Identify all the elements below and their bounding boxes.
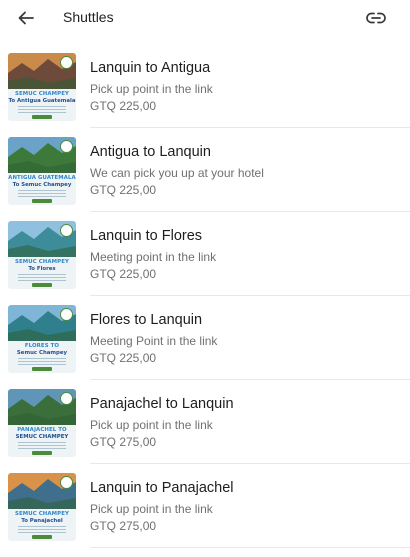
thumbnail-line-2: To Semuc Champey <box>12 182 72 188</box>
shuttle-thumbnail: SEMUC CHAMPEY To Antigua Guatemala <box>8 53 76 121</box>
shuttle-list-item[interactable]: SEMUC CHAMPEY To Antigua Guatemala Lanqu… <box>0 44 410 128</box>
logo-badge-icon <box>60 476 73 489</box>
shuttle-pickup-note: Meeting Point in the link <box>90 334 218 348</box>
thumbnail-line-2: Semuc Champey <box>16 350 68 356</box>
shuttle-list: SEMUC CHAMPEY To Antigua Guatemala Lanqu… <box>0 44 410 548</box>
shuttle-price: GTQ 225,00 <box>90 183 157 197</box>
thumbnail-text-lines <box>18 190 66 198</box>
thumbnail-line-1: SEMUC CHAMPEY <box>15 91 69 97</box>
shuttle-list-item[interactable]: FLORES TO Semuc Champey Flores to Lanqui… <box>0 296 410 380</box>
logo-badge-icon <box>60 308 73 321</box>
thumbnail-line-1: SEMUC CHAMPEY <box>15 511 69 517</box>
shuttle-list-item[interactable]: SEMUC CHAMPEY To Flores Lanquin to Flore… <box>0 212 410 296</box>
shuttle-route-title: Lanquin to Panajachel <box>90 480 234 496</box>
shuttle-thumbnail: SEMUC CHAMPEY To Flores <box>8 221 76 289</box>
share-link-button[interactable] <box>364 6 388 30</box>
thumbnail-footer-tag <box>32 535 52 539</box>
logo-badge-icon <box>60 224 73 237</box>
shuttle-thumbnail: SEMUC CHAMPEY To Panajachel <box>8 473 76 541</box>
shuttle-price: GTQ 275,00 <box>90 519 157 533</box>
shuttle-price: GTQ 275,00 <box>90 435 157 449</box>
shuttle-pickup-note: Pick up point in the link <box>90 502 213 516</box>
thumbnail-line-2: To Antigua Guatemala <box>8 98 76 104</box>
arrow-left-icon <box>18 11 34 25</box>
logo-badge-icon <box>60 140 73 153</box>
shuttle-price: GTQ 225,00 <box>90 99 157 113</box>
shuttle-route-title: Lanquin to Flores <box>90 228 203 244</box>
thumbnail-footer-tag <box>32 367 52 371</box>
thumbnail-line-1: FLORES TO <box>24 343 60 349</box>
shuttle-list-item[interactable]: ANTIGUA GUATEMALA To Semuc Champey Antig… <box>0 128 410 212</box>
shuttle-pickup-note: Pick up point in the link <box>90 82 213 96</box>
logo-badge-icon <box>60 56 73 69</box>
thumbnail-footer-tag <box>32 199 52 203</box>
thumbnail-line-1: PANAJACHEL TO <box>17 427 67 433</box>
shuttle-thumbnail: PANAJACHEL TO SEMUC CHAMPEY <box>8 389 76 457</box>
shuttle-thumbnail: FLORES TO Semuc Champey <box>8 305 76 373</box>
shuttle-route-title: Panajachel to Lanquin <box>90 396 234 412</box>
thumbnail-text-lines <box>18 106 66 114</box>
shuttle-route-title: Lanquin to Antigua <box>90 60 211 76</box>
thumbnail-footer-tag <box>32 283 52 287</box>
thumbnail-footer-tag <box>32 115 52 119</box>
app-header: Shuttles <box>0 0 410 36</box>
thumbnail-text-lines <box>18 442 66 450</box>
shuttle-price: GTQ 225,00 <box>90 351 157 365</box>
shuttle-pickup-note: We can pick you up at your hotel <box>90 166 264 180</box>
thumbnail-line-2: To Flores <box>28 266 56 272</box>
shuttle-price: GTQ 225,00 <box>90 267 157 281</box>
shuttle-pickup-note: Pick up point in the link <box>90 418 213 432</box>
thumbnail-line-2: To Panajachel <box>21 518 63 524</box>
thumbnail-line-2: SEMUC CHAMPEY <box>15 434 69 440</box>
page-title: Shuttles <box>63 9 114 25</box>
shuttle-list-item[interactable]: PANAJACHEL TO SEMUC CHAMPEY Panajachel t… <box>0 380 410 464</box>
link-icon <box>366 12 386 24</box>
shuttle-list-item[interactable]: SEMUC CHAMPEY To Panajachel Lanquin to P… <box>0 464 410 548</box>
thumbnail-text-lines <box>18 274 66 282</box>
back-button[interactable] <box>14 6 38 30</box>
logo-badge-icon <box>60 392 73 405</box>
shuttle-route-title: Antigua to Lanquin <box>90 144 211 160</box>
item-divider <box>90 547 410 548</box>
shuttle-pickup-note: Meeting point in the link <box>90 250 217 264</box>
shuttle-thumbnail: ANTIGUA GUATEMALA To Semuc Champey <box>8 137 76 205</box>
thumbnail-line-1: SEMUC CHAMPEY <box>15 259 69 265</box>
thumbnail-footer-tag <box>32 451 52 455</box>
thumbnail-text-lines <box>18 358 66 366</box>
shuttle-route-title: Flores to Lanquin <box>90 312 203 328</box>
thumbnail-text-lines <box>18 526 66 534</box>
thumbnail-line-1: ANTIGUA GUATEMALA <box>8 175 76 181</box>
